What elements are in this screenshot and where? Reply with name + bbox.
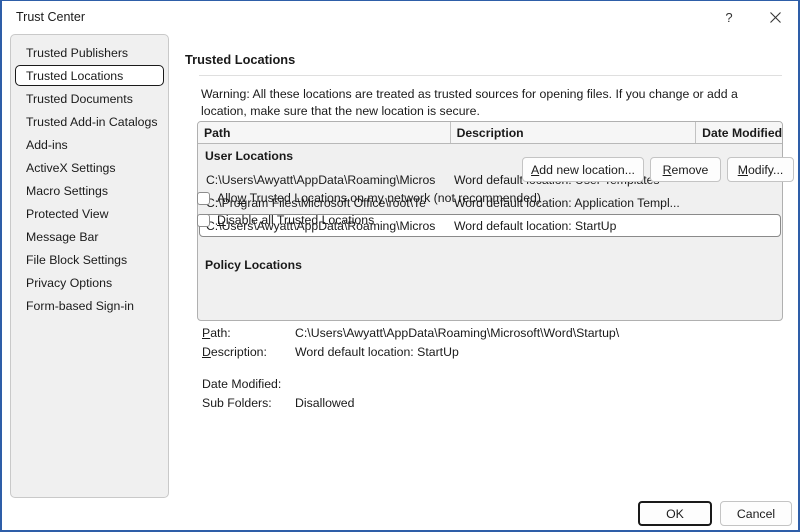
group-header-policy-locations: Policy Locations xyxy=(198,253,782,277)
sidebar-item-message-bar[interactable]: Message Bar xyxy=(15,226,164,247)
detail-label-sub-folders: Sub Folders: xyxy=(202,396,272,410)
column-header-date-modified[interactable]: Date Modified xyxy=(696,122,782,143)
detail-value-path: C:\Users\Awyatt\AppData\Roaming\Microsof… xyxy=(295,326,619,340)
modify-label: Modify... xyxy=(738,163,784,177)
sidebar-item-add-ins[interactable]: Add-ins xyxy=(15,134,164,155)
sidebar-item-trusted-add-in-catalogs[interactable]: Trusted Add-in Catalogs xyxy=(15,111,164,132)
remove-button[interactable]: Remove xyxy=(650,157,721,182)
cell-description: Word default location: StartUp xyxy=(452,219,700,233)
sidebar-item-label: Trusted Locations xyxy=(26,69,123,83)
sidebar-item-label: Add-ins xyxy=(26,138,68,152)
warning-text: Warning: All these locations are treated… xyxy=(201,86,783,120)
detail-value-description: Word default location: StartUp xyxy=(295,345,459,359)
disable-all-trusted-locations-checkbox-row[interactable]: Disable all Trusted Locations xyxy=(197,213,374,227)
sidebar-item-label: Form-based Sign-in xyxy=(26,299,134,313)
help-button[interactable]: ? xyxy=(706,1,752,33)
modify-button[interactable]: Modify... xyxy=(727,157,794,182)
remove-label: Remove xyxy=(663,163,709,177)
trust-center-dialog: Trust Center ? Trusted Publishers Truste… xyxy=(0,0,800,532)
close-button[interactable] xyxy=(752,1,798,33)
sidebar-item-label: Privacy Options xyxy=(26,276,112,290)
checkbox-icon[interactable] xyxy=(197,214,210,227)
allow-network-locations-label: Allow Trusted Locations on my network (n… xyxy=(217,191,541,205)
sidebar-item-label: Trusted Documents xyxy=(26,92,133,106)
sidebar-item-label: Trusted Publishers xyxy=(26,46,128,60)
sidebar-item-protected-view[interactable]: Protected View xyxy=(15,203,164,224)
title-bar: Trust Center ? xyxy=(2,1,798,34)
detail-label-path: Path: xyxy=(202,326,231,340)
question-mark-icon: ? xyxy=(725,10,732,25)
window-title: Trust Center xyxy=(16,10,85,24)
page-title: Trusted Locations xyxy=(185,52,295,67)
sidebar-item-privacy-options[interactable]: Privacy Options xyxy=(15,272,164,293)
table-header-row: Path Description Date Modified xyxy=(198,122,782,144)
detail-value-sub-folders: Disallowed xyxy=(295,396,354,410)
sidebar-item-label: ActiveX Settings xyxy=(26,161,116,175)
detail-label-description: Description: xyxy=(202,345,267,359)
column-header-path[interactable]: Path xyxy=(198,122,451,143)
content-pane: Trusted Locations Warning: All these loc… xyxy=(185,34,788,528)
sidebar-item-form-based-sign-in[interactable]: Form-based Sign-in xyxy=(15,295,164,316)
sidebar-item-trusted-documents[interactable]: Trusted Documents xyxy=(15,88,164,109)
detail-label-date-modified: Date Modified: xyxy=(202,377,281,391)
sidebar-item-label: Trusted Add-in Catalogs xyxy=(26,115,157,129)
add-new-location-label: Add new location... xyxy=(531,163,635,177)
add-new-location-button[interactable]: Add new location... xyxy=(522,157,644,182)
sidebar-item-macro-settings[interactable]: Macro Settings xyxy=(15,180,164,201)
allow-network-locations-checkbox-row[interactable]: Allow Trusted Locations on my network (n… xyxy=(197,191,541,205)
sidebar-item-trusted-locations[interactable]: Trusted Locations xyxy=(15,65,164,86)
sidebar-item-trusted-publishers[interactable]: Trusted Publishers xyxy=(15,42,164,63)
list-spacer xyxy=(198,237,782,253)
title-divider xyxy=(199,75,782,76)
cancel-button[interactable]: Cancel xyxy=(720,501,792,526)
category-sidebar: Trusted Publishers Trusted Locations Tru… xyxy=(10,34,169,498)
sidebar-item-label: Protected View xyxy=(26,207,108,221)
close-icon xyxy=(770,12,781,23)
sidebar-item-activex-settings[interactable]: ActiveX Settings xyxy=(15,157,164,178)
checkbox-icon[interactable] xyxy=(197,192,210,205)
ok-button[interactable]: OK xyxy=(638,501,712,526)
sidebar-item-label: Macro Settings xyxy=(26,184,108,198)
sidebar-item-file-block-settings[interactable]: File Block Settings xyxy=(15,249,164,270)
column-header-description[interactable]: Description xyxy=(451,122,697,143)
sidebar-item-label: File Block Settings xyxy=(26,253,127,267)
disable-all-trusted-locations-label: Disable all Trusted Locations xyxy=(217,213,374,227)
cell-path: C:\Users\Awyatt\AppData\Roaming\Micros xyxy=(200,173,452,187)
sidebar-item-label: Message Bar xyxy=(26,230,98,244)
